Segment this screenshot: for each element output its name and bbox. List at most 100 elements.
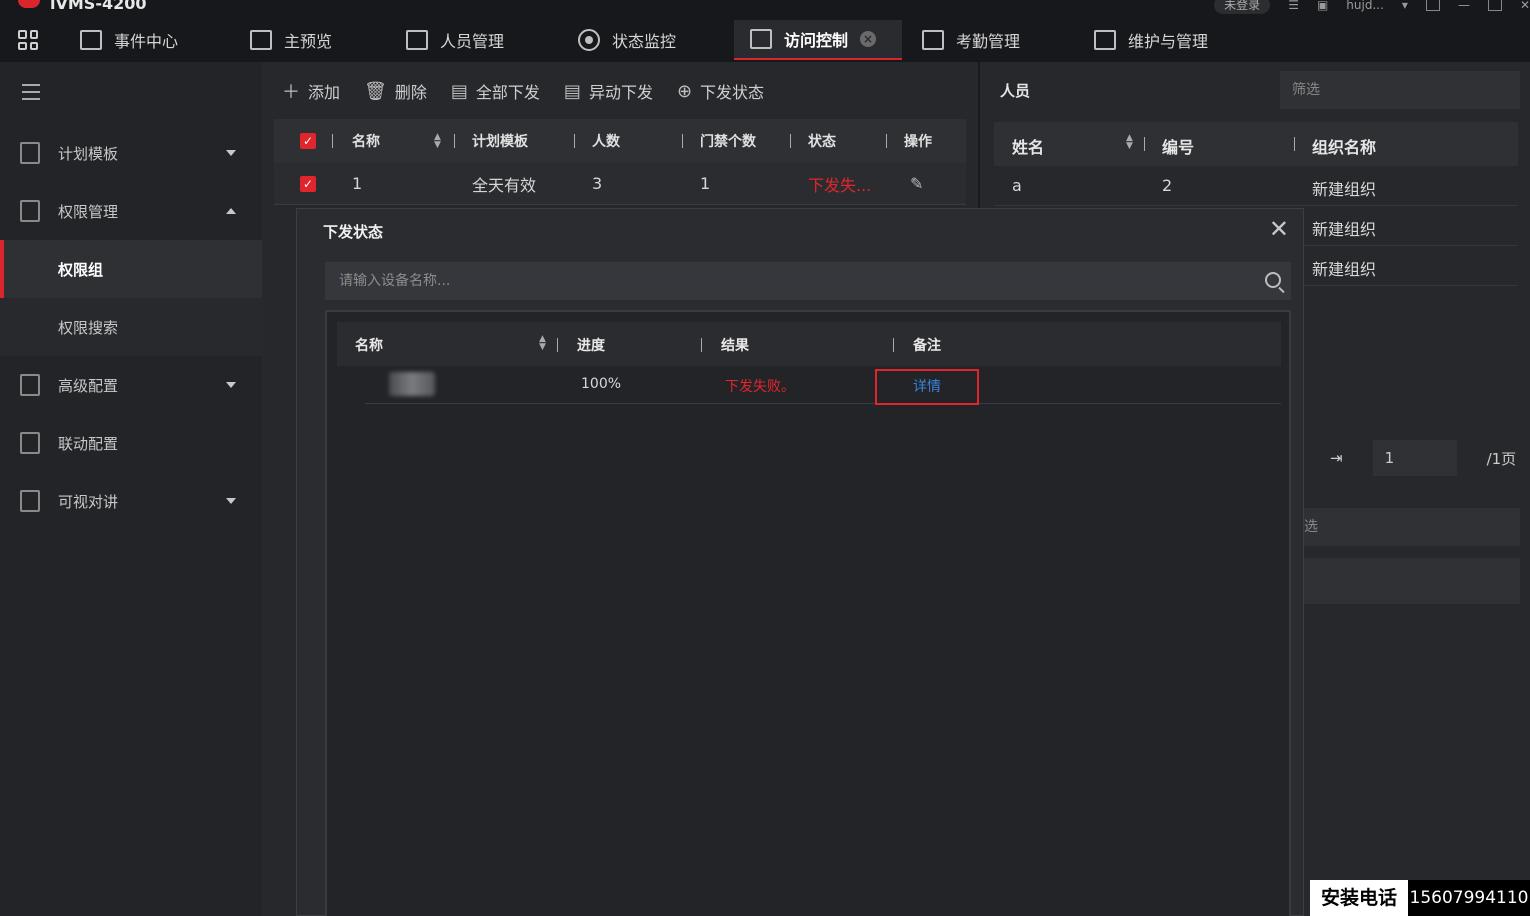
- logo-icon: [18, 0, 40, 8]
- permission-group-table: ✓ 名称 ▲ ▼ 计划模板 人数 门禁个数 状态 操作 ✓ 1 全天有效 3 1 …: [274, 119, 966, 205]
- user-name[interactable]: hujd...: [1346, 0, 1384, 12]
- close-window-button[interactable]: ✕: [1520, 0, 1530, 12]
- image-icon[interactable]: ▣: [1317, 0, 1328, 12]
- menu-event-center[interactable]: 事件中心: [80, 20, 178, 60]
- lock-window-button[interactable]: [1425, 0, 1440, 11]
- apply-status-dialog: 下发状态 ✕ 请输入设备名称... 名称 ▲ ▼ 进度 结果 备注 100% 下发…: [296, 208, 1304, 916]
- apply-status-button[interactable]: ⊕ 下发状态: [677, 79, 764, 103]
- menu-access-control[interactable]: 访问控制 ×: [734, 20, 902, 60]
- settings-panel-icon: [1094, 30, 1116, 50]
- blurred-device-name: [389, 372, 435, 396]
- monitor-icon: [578, 29, 600, 51]
- apply-changes-button[interactable]: ▤ 异动下发: [564, 79, 653, 103]
- watermark-label: 安装电话: [1310, 880, 1408, 916]
- lower-header-bar: [1304, 558, 1520, 604]
- table-header: 姓名 ▲ ▼ 编号 组织名称: [994, 122, 1518, 166]
- person-card-icon: [406, 30, 428, 50]
- sidebar-item-permission-management[interactable]: 权限管理: [0, 182, 262, 240]
- camera-icon: [250, 30, 272, 50]
- menu-status-monitor[interactable]: 状态监控: [578, 20, 676, 60]
- toolbar: ＋ 添加 🗑 删除 ▤ 全部下发 ▤ 异动下发 ⊕ 下发状态: [282, 76, 764, 106]
- status-text: 下发失...: [808, 175, 872, 195]
- minimize-button[interactable]: —: [1458, 0, 1470, 12]
- edit-icon: [20, 142, 40, 164]
- col-doors: 门禁个数: [700, 134, 756, 150]
- close-tab-icon[interactable]: ×: [860, 31, 877, 47]
- table-header: 名称 ▲ ▼ 进度 结果 备注: [337, 322, 1281, 366]
- download-circle-icon: ⊕: [676, 80, 693, 102]
- window-controls: 未登录 ☰ ▣ hujd... ▾ — ✕: [1214, 0, 1530, 14]
- home-grid-button[interactable]: [18, 20, 38, 60]
- sidebar-item-permission-search[interactable]: 权限搜索: [0, 298, 262, 356]
- sort-icon[interactable]: ▲ ▼: [539, 335, 546, 352]
- menu-main-view[interactable]: 主预览: [250, 20, 332, 60]
- table-header: ✓ 名称 ▲ ▼ 计划模板 人数 门禁个数 状态 操作: [274, 119, 966, 163]
- select-all-checkbox[interactable]: ✓: [300, 133, 316, 149]
- details-link[interactable]: 详情: [875, 369, 979, 405]
- caret-up-icon: [226, 208, 236, 214]
- person-filter-input[interactable]: 筛选: [1280, 71, 1520, 109]
- col-status: 状态: [808, 134, 836, 150]
- sidebar-item-permission-group[interactable]: 权限组: [0, 240, 262, 298]
- result-text: 下发失败。: [725, 379, 795, 395]
- advanced-config-icon: [20, 374, 40, 396]
- menu-person-management[interactable]: 人员管理: [406, 20, 504, 60]
- page-number-input[interactable]: 1: [1372, 440, 1457, 476]
- hamburger-icon[interactable]: [22, 84, 40, 105]
- sidebar-item-linkage-config[interactable]: 联动配置: [0, 414, 262, 472]
- pagination: ⇥ 1 /1页: [1330, 440, 1516, 476]
- col-count: 人数: [592, 134, 620, 150]
- table-row[interactable]: ✓ 1 全天有效 3 1 下发失... ✎: [274, 163, 966, 205]
- sidebar-item-schedule-template[interactable]: 计划模板: [0, 124, 262, 182]
- chevron-down-icon[interactable]: ▾: [1402, 0, 1408, 12]
- edit-icon[interactable]: ✎: [910, 174, 923, 193]
- caret-down-icon: [226, 498, 236, 504]
- menu-attendance[interactable]: 考勤管理: [922, 20, 1020, 60]
- watermark-phone: 15607994110: [1408, 880, 1530, 916]
- table-row[interactable]: a 2 新建组织: [994, 166, 1518, 206]
- col-ops: 操作: [904, 134, 932, 150]
- device-status-list: 名称 ▲ ▼ 进度 结果 备注 100% 下发失败。 详情: [325, 310, 1291, 916]
- door-icon: [750, 29, 772, 49]
- person-panel-title: 人员: [1000, 82, 1031, 100]
- grid-icon: [18, 30, 38, 50]
- sort-icon[interactable]: ▲ ▼: [434, 133, 441, 150]
- dialog-title: 下发状态: [323, 223, 384, 241]
- alarm-icon: [80, 30, 102, 50]
- login-status-button[interactable]: 未登录: [1214, 0, 1271, 14]
- calendar-icon: [922, 30, 944, 50]
- plus-icon: ＋: [282, 82, 300, 103]
- apply-all-button[interactable]: ▤ 全部下发: [451, 79, 540, 103]
- linkage-icon: [20, 432, 40, 454]
- maximize-button[interactable]: [1487, 0, 1502, 11]
- device-status-table: 名称 ▲ ▼ 进度 结果 备注 100% 下发失败。 详情: [337, 322, 1281, 405]
- col-template: 计划模板: [472, 134, 528, 150]
- database-icon: ▤: [450, 80, 468, 102]
- sidebar-item-advanced-config[interactable]: 高级配置: [0, 356, 262, 414]
- page-total: /1页: [1486, 449, 1517, 468]
- app-title: iVMS-4200: [50, 0, 147, 13]
- lower-filter-input[interactable]: 选: [1304, 508, 1520, 546]
- intercom-icon: [20, 490, 40, 512]
- sidebar-item-video-intercom[interactable]: 可视对讲: [0, 472, 262, 530]
- main-menu: 事件中心 主预览 人员管理 状态监控 访问控制 × 考勤管理 维护与管理: [0, 20, 1530, 60]
- trash-icon: 🗑: [364, 80, 387, 102]
- title-bar: iVMS-4200 未登录 ☰ ▣ hujd... ▾ — ✕ 事件中心 主预览…: [0, 0, 1530, 62]
- delete-button[interactable]: 🗑 删除: [364, 79, 427, 103]
- col-name[interactable]: 名称: [352, 131, 380, 151]
- sidebar: 计划模板 权限管理 权限组 权限搜索 高级配置 联动配置 可视对讲: [0, 62, 262, 916]
- caret-down-icon: [226, 382, 236, 388]
- database-sync-icon: ▤: [563, 80, 581, 102]
- table-row[interactable]: 100% 下发失败。 详情: [365, 366, 1281, 405]
- row-checkbox[interactable]: ✓: [300, 175, 316, 192]
- add-button[interactable]: ＋ 添加: [282, 78, 340, 104]
- list-icon[interactable]: ☰: [1288, 0, 1299, 12]
- device-search-input[interactable]: 请输入设备名称...: [325, 262, 1291, 300]
- last-page-icon[interactable]: ⇥: [1330, 449, 1343, 467]
- sort-icon[interactable]: ▲ ▼: [1126, 134, 1133, 151]
- menu-maintenance[interactable]: 维护与管理: [1094, 20, 1208, 60]
- lock-icon: [20, 200, 40, 222]
- close-icon[interactable]: ✕: [1269, 217, 1289, 241]
- caret-down-icon: [226, 150, 236, 156]
- search-icon[interactable]: [1265, 272, 1281, 288]
